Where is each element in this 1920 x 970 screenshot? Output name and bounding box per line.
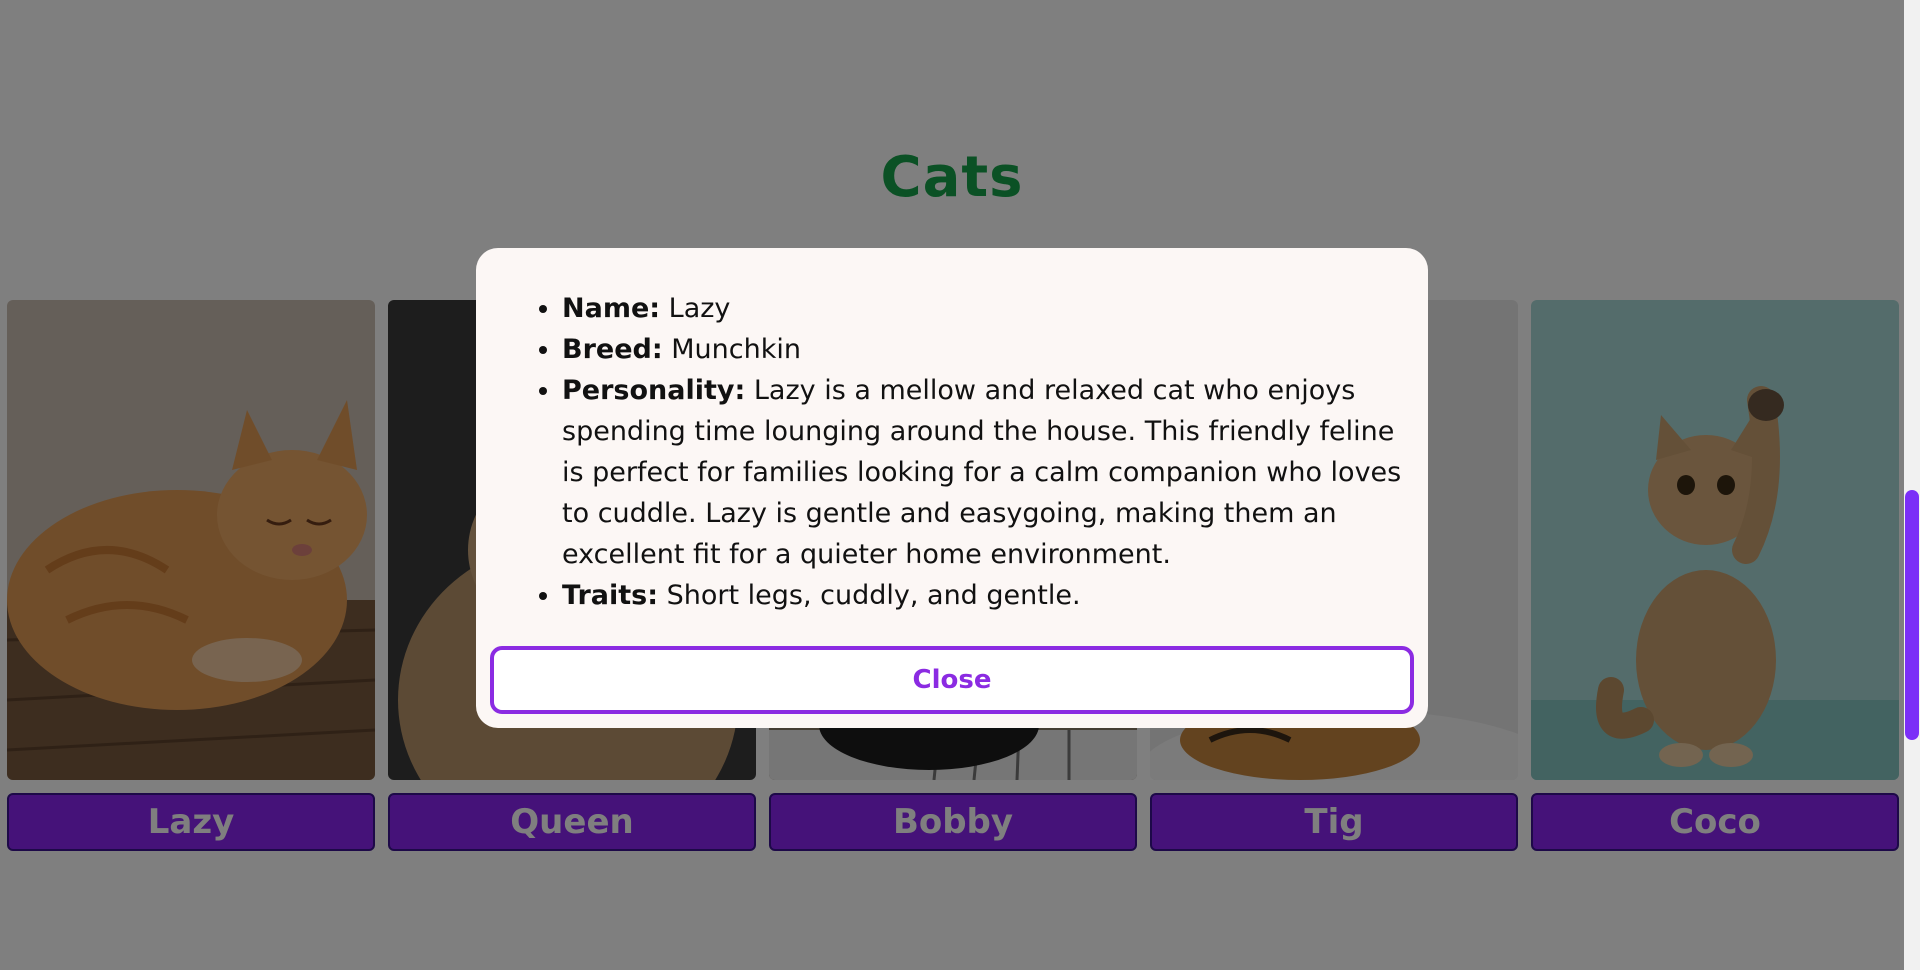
cat-details-modal: Name: Lazy Breed: Munchkin Personality: … (476, 248, 1428, 728)
detail-name-label: Name: (562, 293, 661, 324)
detail-name: Name: Lazy (562, 288, 1402, 329)
detail-personality-label: Personality: (562, 375, 746, 406)
detail-breed-value: Munchkin (671, 334, 801, 365)
page: Cats (0, 0, 1904, 970)
scrollbar-track[interactable] (1904, 0, 1920, 970)
detail-traits-value: Short legs, cuddly, and gentle. (666, 580, 1081, 611)
detail-traits: Traits: Short legs, cuddly, and gentle. (562, 575, 1402, 616)
detail-breed: Breed: Munchkin (562, 329, 1402, 370)
scrollbar-thumb[interactable] (1905, 490, 1919, 740)
detail-breed-label: Breed: (562, 334, 663, 365)
detail-traits-label: Traits: (562, 580, 659, 611)
detail-name-value: Lazy (668, 293, 731, 324)
cat-details-list: Name: Lazy Breed: Munchkin Personality: … (526, 288, 1402, 616)
close-button[interactable]: Close (490, 646, 1414, 714)
detail-personality: Personality: Lazy is a mellow and relaxe… (562, 370, 1402, 575)
